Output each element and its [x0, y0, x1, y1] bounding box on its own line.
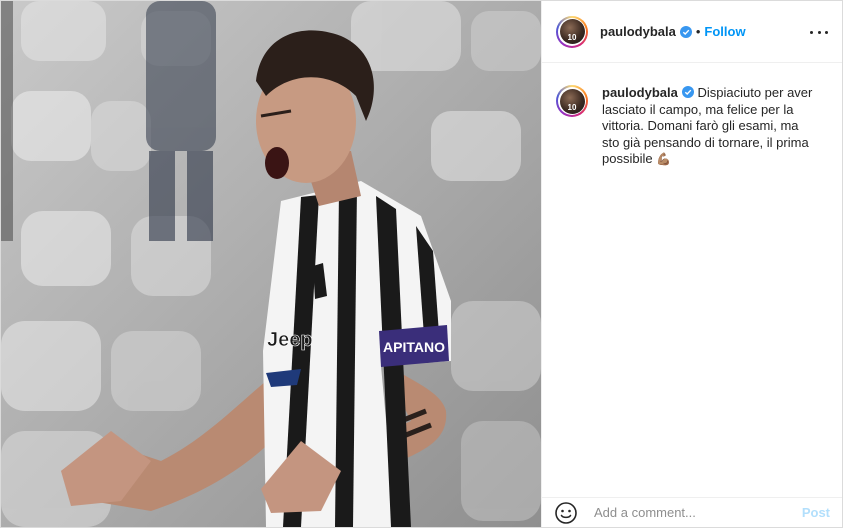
armband-text: APITANO: [383, 339, 445, 355]
caption: 10 paulodybala Dispiaciuto per aver lasc…: [556, 85, 828, 168]
post-photo[interactable]: APITANO Jeep: [1, 1, 541, 527]
flexed-biceps-emoji: 💪🏽: [656, 152, 672, 166]
emoji-smile-icon[interactable]: [554, 501, 578, 525]
verified-badge-icon: [679, 25, 692, 38]
caption-avatar[interactable]: 10: [556, 85, 588, 117]
comment-input[interactable]: [592, 504, 802, 521]
follow-button[interactable]: Follow: [704, 24, 745, 39]
post-side-panel: 10 paulodybala • Follow 10 paulodybala D…: [541, 1, 842, 527]
caption-text: paulodybala Dispiaciuto per aver lasciat…: [602, 85, 816, 168]
player-photo-illustration: APITANO Jeep: [1, 1, 541, 527]
verified-badge-icon: [681, 86, 694, 98]
caption-username[interactable]: paulodybala: [602, 85, 678, 100]
instagram-post: APITANO Jeep 10 paulodybala • Follow 10 …: [0, 0, 843, 528]
separator-dot: •: [695, 24, 701, 39]
comment-bar: Post: [542, 497, 842, 527]
avatar-number: 10: [567, 33, 577, 42]
background-figure: [146, 1, 216, 241]
caption-avatar-image: 10: [559, 88, 585, 114]
header-username[interactable]: paulodybala: [600, 24, 676, 39]
more-options-icon[interactable]: [810, 23, 828, 41]
post-header: 10 paulodybala • Follow: [542, 1, 842, 63]
avatar[interactable]: 10: [556, 15, 588, 48]
avatar-image: 10: [559, 19, 585, 44]
sponsor-text: Jeep: [267, 329, 313, 351]
post-button[interactable]: Post: [802, 505, 830, 520]
